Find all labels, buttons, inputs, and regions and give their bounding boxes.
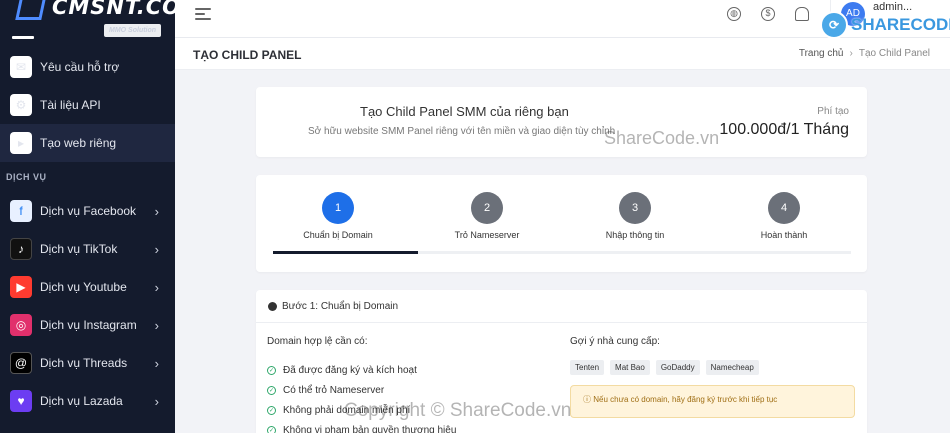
notification-bell-icon[interactable] xyxy=(795,7,809,21)
sidebar-item-youtube[interactable]: ▶ Dịch vụ Youtube › xyxy=(0,268,175,306)
step-progress-bar xyxy=(273,251,851,254)
language-globe-icon[interactable]: ◍ xyxy=(727,7,741,21)
step-label: Nhập thông tin xyxy=(605,230,665,240)
fee-value: 100.000đ/1 Tháng xyxy=(719,121,849,138)
sidebar-item-label: Dịch vụ Youtube xyxy=(40,280,127,294)
breadcrumb: Trang chủ › Tạo Child Panel xyxy=(799,48,930,59)
terminal-icon: ▸ xyxy=(10,132,32,154)
check-circle-icon: ✓ xyxy=(267,385,276,395)
lazada-icon: ♥ xyxy=(10,390,32,412)
list-item: ✓ Đã được đăng ký và kích hoạt xyxy=(267,360,456,380)
chevron-right-icon: › xyxy=(154,279,159,295)
sidebar-item-label: Dịch vụ Facebook xyxy=(40,204,137,218)
step-progress-fill xyxy=(273,251,418,254)
step-3[interactable]: 3 Nhập thông tin xyxy=(580,192,690,240)
step-number: 2 xyxy=(471,192,503,224)
intro-subtitle: Sở hữu website SMM Panel riêng với tên m… xyxy=(308,126,616,137)
sidebar-item-label: Dịch vụ Threads xyxy=(40,356,128,370)
sidebar-item-api-docs[interactable]: ⚙ Tài liệu API xyxy=(0,86,175,124)
check-circle-icon: ✓ xyxy=(267,425,276,433)
brand-tagline: MMO Solution xyxy=(104,24,162,37)
step-number: 1 xyxy=(322,192,354,224)
requirement-text: Đã được đăng ký và kích hoạt xyxy=(283,364,417,376)
warning-text: Nếu chưa có domain, hãy đăng ký trước kh… xyxy=(593,395,778,404)
provider-tag: Tenten xyxy=(570,360,605,375)
step-2[interactable]: 2 Trỏ Nameserver xyxy=(432,192,542,240)
brand-name: CMSNT.CO xyxy=(52,0,175,19)
sidebar-scroll-handle xyxy=(12,36,34,39)
sidebar: CMSNT.CO MMO Solution ✉ Yêu cầu hỗ trợ ⚙… xyxy=(0,0,175,433)
requirements-title: Domain hợp lệ cần có: xyxy=(267,336,368,347)
step-content-title: Bước 1: Chuẩn bị Domain xyxy=(282,301,399,312)
requirements-list: ✓ Đã được đăng ký và kích hoạt ✓ Có thể tr… xyxy=(267,360,456,433)
currency-icon[interactable]: $ xyxy=(761,7,775,21)
intro-title: Tạo Child Panel SMM của riêng bạn xyxy=(360,104,569,119)
step-label: Hoàn thành xyxy=(760,230,808,240)
warning-note-text: ⓘ Nếu chưa có domain, hãy đăng ký trước … xyxy=(583,395,778,404)
step-label: Chuẩn bị Domain xyxy=(303,230,373,240)
step-label: Trỏ Nameserver xyxy=(454,230,520,240)
breadcrumb-home[interactable]: Trang chủ xyxy=(799,48,844,59)
check-circle-icon: ✓ xyxy=(267,365,276,375)
sidebar-item-tiktok[interactable]: ♪ Dịch vụ TikTok › xyxy=(0,230,175,268)
provider-tag: GoDaddy xyxy=(655,360,700,375)
chevron-right-icon: › xyxy=(154,241,159,257)
watermark-middle: ShareCode.vn xyxy=(604,128,720,148)
instagram-icon: ◎ xyxy=(10,314,32,336)
breadcrumb-current: Tạo Child Panel xyxy=(858,48,930,59)
step-number: 4 xyxy=(768,192,800,224)
step-1[interactable]: 1 Chuẩn bị Domain xyxy=(283,192,393,240)
fee-label: Phí tạo xyxy=(817,106,849,117)
check-circle-icon: ✓ xyxy=(267,405,276,415)
facebook-icon: f xyxy=(10,200,32,222)
youtube-icon: ▶ xyxy=(10,276,32,298)
requirement-text: Không vi phạm bản quyền thương hiệu xyxy=(283,424,457,433)
sidebar-item-label: Tạo web riêng xyxy=(40,136,117,150)
chevron-right-icon: › xyxy=(154,317,159,333)
watermark-logo-text: SHARECODE.vn xyxy=(851,15,950,34)
sidebar-item-create-web[interactable]: ▸ Tạo web riêng xyxy=(0,124,175,162)
list-item: ✓ Có thể trỏ Nameserver xyxy=(267,380,456,400)
providers-title: Gợi ý nhà cung cấp: xyxy=(570,336,660,347)
step-content-header: Bước 1: Chuẩn bị Domain xyxy=(256,290,867,323)
sidebar-item-label: Dịch vụ TikTok xyxy=(40,242,118,256)
sidebar-item-instagram[interactable]: ◎ Dịch vụ Instagram › xyxy=(0,306,175,344)
sharecode-logo-icon: ⟳ xyxy=(820,11,848,39)
sidebar-item-label: Yêu cầu hỗ trợ xyxy=(40,60,120,74)
intro-card: Tạo Child Panel SMM của riêng bạn Sở hữu… xyxy=(256,87,867,157)
step-4[interactable]: 4 Hoàn thành xyxy=(729,192,839,240)
sidebar-item-lazada[interactable]: ♥ Dịch vụ Lazada › xyxy=(0,382,175,420)
watermark-logo: ⟳ SHARECODE.vn xyxy=(820,10,950,40)
support-icon: ✉ xyxy=(10,56,32,78)
globe-icon xyxy=(268,302,277,311)
warning-note: ⓘ Nếu chưa có domain, hãy đăng ký trước … xyxy=(570,385,855,418)
sidebar-item-label: Tài liệu API xyxy=(40,98,101,112)
watermark-bottom: Copyright © ShareCode.vn xyxy=(344,400,572,421)
sidebar-item-facebook[interactable]: f Dịch vụ Facebook › xyxy=(0,192,175,230)
sidebar-section-title: DỊCH VỤ xyxy=(6,172,47,182)
logo-mark-icon xyxy=(15,0,47,20)
provider-tag: Namecheap xyxy=(705,360,759,375)
sidebar-item-threads[interactable]: @ Dịch vụ Threads › xyxy=(0,344,175,382)
step-number: 3 xyxy=(619,192,651,224)
menu-toggle-icon[interactable] xyxy=(195,8,211,20)
threads-icon: @ xyxy=(10,352,32,374)
providers-list: Tenten Mat Bao GoDaddy Namecheap xyxy=(570,360,759,375)
brand-logo[interactable]: CMSNT.CO MMO Solution xyxy=(0,0,175,38)
api-icon: ⚙ xyxy=(10,94,32,116)
provider-tag: Mat Bao xyxy=(610,360,650,375)
chevron-right-icon: › xyxy=(154,203,159,219)
sidebar-item-label: Dịch vụ Instagram xyxy=(40,318,137,332)
page-header: TẠO CHILD PANEL Trang chủ › Tạo Child Pane… xyxy=(175,38,950,70)
page-title: TẠO CHILD PANEL xyxy=(193,48,302,62)
sidebar-item-support[interactable]: ✉ Yêu cầu hỗ trợ xyxy=(0,48,175,86)
chevron-right-icon: › xyxy=(154,355,159,371)
breadcrumb-separator-icon: › xyxy=(849,48,853,59)
chevron-right-icon: › xyxy=(154,393,159,409)
sidebar-item-label: Dịch vụ Lazada xyxy=(40,394,123,408)
requirement-text: Có thể trỏ Nameserver xyxy=(283,384,385,396)
tiktok-icon: ♪ xyxy=(10,238,32,260)
stepper-card: 1 Chuẩn bị Domain 2 Trỏ Nameserver 3 Nhậ… xyxy=(256,175,867,272)
